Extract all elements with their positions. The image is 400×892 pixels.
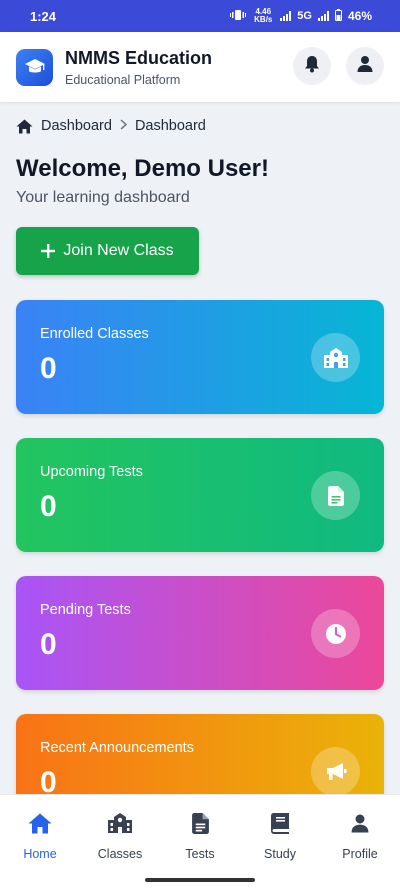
nav-home[interactable]: Home	[0, 795, 80, 866]
chevron-right-icon	[120, 118, 128, 134]
brand: NMMS Education Educational Platform	[65, 48, 212, 87]
card-label: Upcoming Tests	[40, 464, 143, 480]
vibrate-icon	[230, 9, 247, 23]
nav-tests[interactable]: Tests	[160, 795, 240, 866]
clock-icon	[311, 609, 360, 658]
nav-label: Profile	[342, 847, 378, 861]
school-icon	[311, 333, 360, 382]
nav-label: Classes	[97, 847, 143, 861]
plus-icon	[41, 244, 56, 258]
breadcrumb-home[interactable]: Dashboard	[41, 118, 112, 134]
join-class-label: Join New Class	[63, 242, 174, 259]
battery-icon	[334, 8, 342, 24]
nav-profile[interactable]: Profile	[320, 795, 400, 866]
user-icon	[357, 55, 373, 78]
document-icon	[191, 811, 209, 835]
home-icon[interactable]	[16, 119, 33, 134]
megaphone-icon	[311, 747, 360, 796]
app-subtitle: Educational Platform	[65, 72, 181, 87]
signal-icon	[280, 11, 292, 21]
card-value: 0	[40, 490, 57, 523]
network-speed: 4.46 KB/s	[254, 7, 273, 24]
page-title: Welcome, Demo User!	[16, 155, 269, 182]
pending-tests-card[interactable]: Pending Tests 0	[16, 576, 384, 690]
book-icon	[271, 811, 289, 835]
profile-button[interactable]	[346, 47, 384, 85]
graduation-cap-icon	[16, 48, 53, 86]
battery-level: 46%	[347, 9, 372, 23]
join-class-button[interactable]: Join New Class	[16, 227, 199, 275]
status-time: 1:24	[30, 8, 57, 24]
nav-label: Tests	[185, 847, 215, 861]
user-icon	[351, 811, 369, 835]
card-label: Pending Tests	[40, 602, 131, 618]
gesture-area	[0, 866, 400, 892]
card-value: 0	[40, 352, 57, 385]
network-type: 5G	[297, 10, 312, 22]
bell-icon	[304, 55, 320, 78]
card-label: Enrolled Classes	[40, 326, 149, 342]
home-icon	[28, 811, 52, 835]
nav-study[interactable]: Study	[240, 795, 320, 866]
gesture-handle[interactable]	[145, 878, 255, 882]
status-indicators: 4.46 KB/s 5G 46%	[230, 8, 372, 24]
app-header: NMMS Education Educational Platform	[0, 32, 400, 102]
app-title: NMMS Education	[65, 47, 212, 68]
card-label: Recent Announcements	[40, 740, 194, 756]
page-subtitle: Your learning dashboard	[16, 189, 190, 206]
school-icon	[107, 811, 133, 835]
nav-label: Home	[23, 847, 57, 861]
document-icon	[311, 471, 360, 520]
breadcrumb-current: Dashboard	[134, 118, 206, 134]
nav-label: Study	[264, 847, 296, 861]
status-bar: 1:24 4.46 KB/s 5G 46%	[0, 0, 400, 32]
notifications-button[interactable]	[293, 47, 331, 85]
signal-icon-2	[317, 11, 329, 21]
card-value: 0	[40, 628, 57, 661]
upcoming-tests-card[interactable]: Upcoming Tests 0	[16, 438, 384, 552]
bottom-nav: Home Classes Tests Study Profile	[0, 794, 400, 866]
breadcrumb: Dashboard Dashboard	[16, 118, 206, 134]
enrolled-classes-card[interactable]: Enrolled Classes 0	[16, 300, 384, 414]
nav-classes[interactable]: Classes	[80, 795, 160, 866]
